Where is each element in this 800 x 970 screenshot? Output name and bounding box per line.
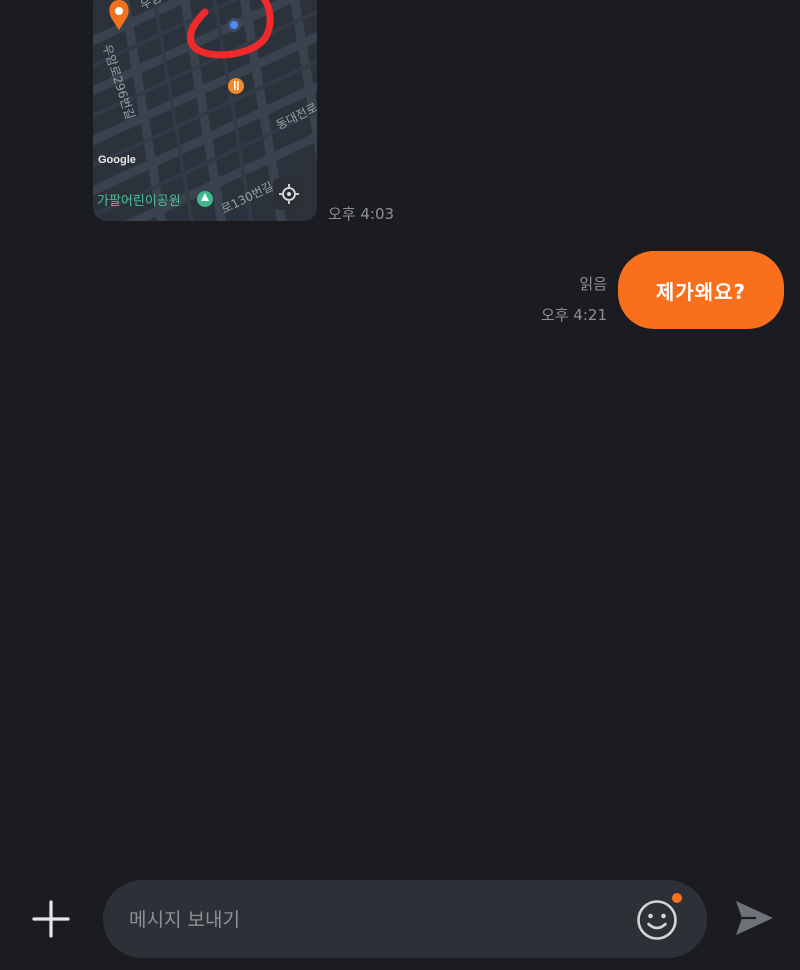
chat-screen: 우암로 우암로296번길 동대전로 로130번길 Google 가팔어린이공원 … xyxy=(0,0,800,970)
smiley-icon xyxy=(637,900,677,940)
map-locate-button[interactable] xyxy=(273,178,305,210)
send-arrow-icon xyxy=(736,901,773,935)
sent-message-text: 제가왜요? xyxy=(655,279,747,304)
message-timestamp: 오후 4:21 xyxy=(540,306,607,324)
emoji-button[interactable] xyxy=(635,898,679,942)
message-input[interactable] xyxy=(127,899,611,941)
attach-button[interactable] xyxy=(30,898,72,940)
message-composer xyxy=(103,880,707,958)
notification-dot xyxy=(672,893,682,903)
google-attribution: Google xyxy=(98,154,136,166)
map-message[interactable]: 우암로 우암로296번길 동대전로 로130번길 Google 가팔어린이공원 xyxy=(93,0,317,221)
plus-icon xyxy=(32,900,70,938)
message-timestamp: 오후 4:03 xyxy=(328,205,395,223)
crosshair-icon xyxy=(279,184,299,204)
map-park-label: 가팔어린이공원 xyxy=(97,194,181,209)
send-button[interactable] xyxy=(732,896,776,940)
read-status: 읽음 xyxy=(579,275,607,293)
sent-message-bubble[interactable]: 제가왜요? xyxy=(618,251,784,329)
